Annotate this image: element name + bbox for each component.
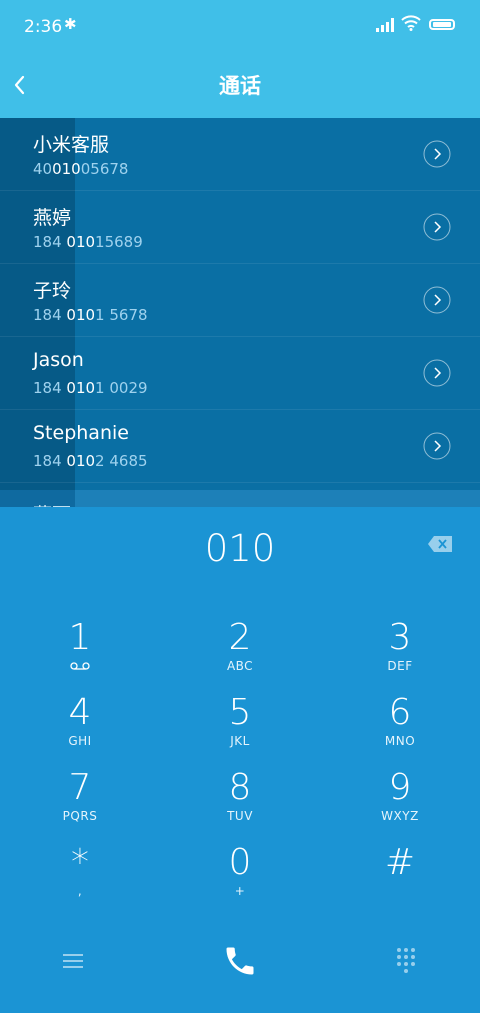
contact-row[interactable]: 小米客服 4001005678 [0,118,480,191]
dial-key-letters: JKL [230,734,250,748]
contact-number: 184 0101 5678 [33,306,148,324]
contact-name: Jason [33,349,84,371]
dial-key-letters: TUV [227,809,253,823]
contact-name: 子玲 [33,280,72,302]
dial-input-display[interactable]: 010 [0,527,480,570]
dial-key-hash[interactable]: # [340,843,460,913]
dialer-panel: 010 1 2 ABC 3 DEF 4 GHI 5 JKL 6 MNO 7 PQ… [0,507,480,1013]
battery-icon [429,19,455,30]
dial-key-digit: 8 [228,767,252,808]
chevron-right-icon[interactable] [423,432,451,460]
status-bar: 2:36 ✱ [0,0,480,52]
dialpad-icon[interactable] [395,947,417,975]
dial-key-letters: + [234,884,246,898]
contact-name: Stephanie [33,422,129,444]
dial-key-digit: 4 [68,692,92,733]
dial-key-6[interactable]: 6 MNO [340,693,460,763]
dial-key-9[interactable]: 9 WXYZ [340,768,460,838]
contact-row[interactable]: Stephanie 184 0102 4685 [0,410,480,483]
dial-key-digit: # [384,842,416,883]
dial-key-star[interactable]: * , [20,843,140,913]
dial-key-digit: 7 [68,767,92,808]
contact-name: 小米客服 [33,134,110,156]
dial-key-letters: MNO [384,734,416,748]
dial-key-7[interactable]: 7 PQRS [20,768,140,838]
dial-key-1[interactable]: 1 [20,618,140,688]
chevron-right-icon[interactable] [423,213,451,241]
status-time: 2:36 [24,17,63,37]
signal-icon [376,18,394,32]
dial-key-4[interactable]: 4 GHI [20,693,140,763]
voicemail-icon [70,662,90,670]
chevron-right-icon[interactable] [423,140,451,168]
contact-number: 184 01015689 [33,233,143,251]
contact-search-results: 小米客服 4001005678 燕婷 184 01015689 子玲 184 0… [0,118,480,507]
contact-name: 燕丽 [33,500,71,507]
chevron-right-icon[interactable] [423,286,451,314]
contact-number: 184 0101 0029 [33,379,148,397]
dial-key-digit: 3 [388,617,412,658]
dial-key-digit: 2 [228,617,252,658]
dial-key-8[interactable]: 8 TUV [180,768,300,838]
dial-key-3[interactable]: 3 DEF [340,618,460,688]
dial-key-0[interactable]: 0 + [180,843,300,913]
contact-row[interactable]: Jason 184 0101 0029 [0,337,480,410]
call-button[interactable] [222,943,258,979]
dial-key-letters: GHI [68,734,92,748]
dial-key-letters: ABC [226,659,254,673]
contact-number: 4001005678 [33,160,129,178]
contact-name: 燕婷 [33,207,72,229]
menu-icon[interactable] [62,952,84,970]
dial-key-letters: PQRS [62,809,98,823]
dial-key-digit: * [71,842,89,883]
bluetooth-icon: ✱ [64,15,77,33]
contact-number: 184 0102 4685 [33,452,148,470]
contact-row[interactable]: 燕婷 184 01015689 [0,191,480,264]
contact-row-partial[interactable]: 燕丽 [0,490,480,507]
dial-key-digit: 0 [228,842,252,883]
dial-key-digit: 6 [388,692,412,733]
app-header: 通话 [0,52,480,118]
dial-key-letters: , [77,884,83,898]
contact-row[interactable]: 子玲 184 0101 5678 [0,264,480,337]
wifi-icon [401,15,421,31]
page-title: 通话 [219,74,261,98]
dial-key-digit: 9 [388,767,412,808]
dial-key-digit: 1 [68,617,92,658]
dial-key-digit: 5 [228,692,252,733]
dial-key-letters: DEF [387,659,413,673]
dial-key-2[interactable]: 2 ABC [180,618,300,688]
dial-key-letters: WXYZ [381,809,419,823]
chevron-right-icon[interactable] [423,359,451,387]
dial-key-5[interactable]: 5 JKL [180,693,300,763]
backspace-icon[interactable] [428,536,452,552]
